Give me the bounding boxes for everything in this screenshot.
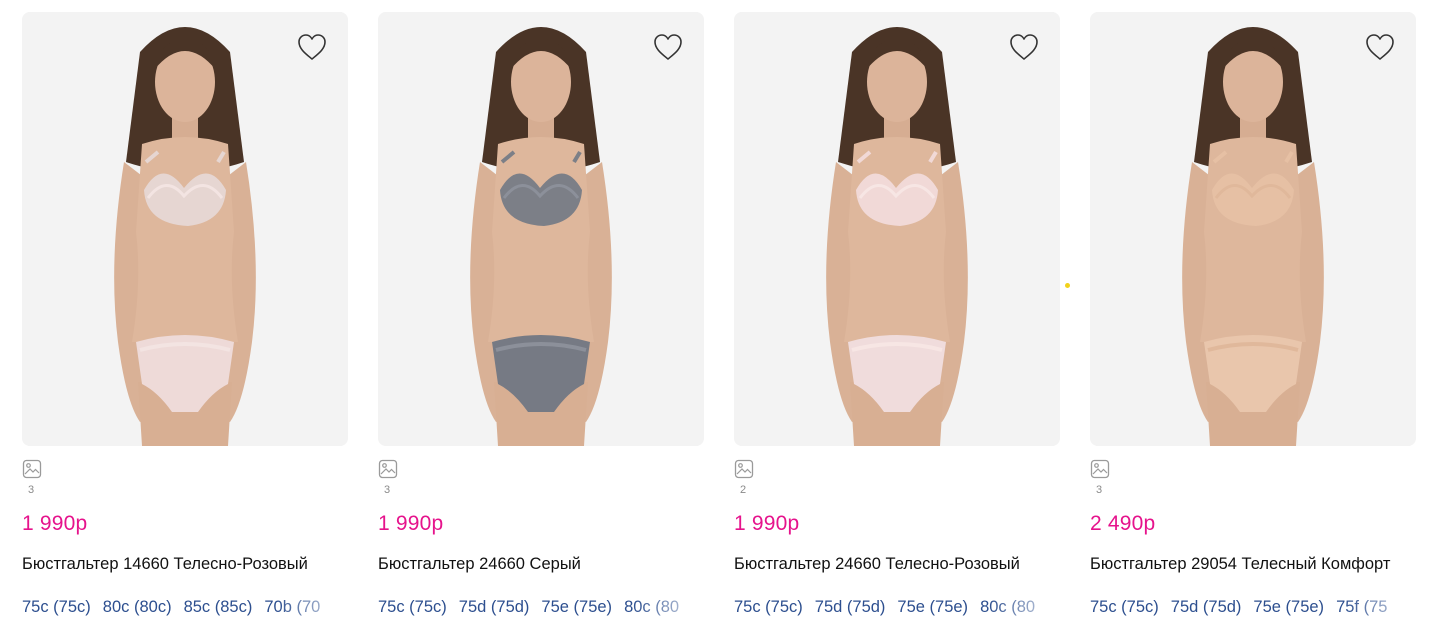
- size-option[interactable]: 70b (70: [264, 598, 320, 617]
- product-price: 2 490р: [1090, 512, 1156, 535]
- product-image[interactable]: [22, 12, 348, 446]
- size-option[interactable]: 80c (80c): [103, 598, 172, 617]
- product-price: 1 990р: [378, 512, 444, 535]
- size-option[interactable]: 75c (75c): [22, 598, 91, 617]
- size-option[interactable]: 75c (75c): [734, 598, 803, 617]
- photo-count: 2: [740, 484, 747, 496]
- product-image[interactable]: [1090, 12, 1416, 446]
- size-option[interactable]: 75e (75e): [897, 598, 968, 617]
- photo-gallery-indicator: 3: [22, 459, 46, 496]
- favorite-heart-icon[interactable]: [1008, 32, 1040, 62]
- product-name[interactable]: Бюстгальтер 14660 Телесно-Розовый: [22, 555, 362, 574]
- model-photo: [734, 12, 1060, 446]
- photo-gallery-indicator: 3: [1090, 459, 1114, 496]
- product-price: 1 990р: [22, 512, 88, 535]
- product-card[interactable]: 3 1 990р Бюстгальтер 14660 Телесно-Розов…: [22, 12, 348, 632]
- product-name[interactable]: Бюстгальтер 24660 Телесно-Розовый: [734, 555, 1074, 574]
- photo-count: 3: [1096, 484, 1103, 496]
- product-image[interactable]: [734, 12, 1060, 446]
- size-option[interactable]: 80c (80: [624, 598, 679, 617]
- size-list: 75c (75c) 80c (80c) 85c (85c) 70b (70: [22, 598, 348, 622]
- model-photo: [1090, 12, 1416, 446]
- product-card[interactable]: 3 1 990р Бюстгальтер 24660 Серый 75c (75…: [378, 12, 704, 632]
- product-name[interactable]: Бюстгальтер 24660 Серый: [378, 555, 718, 574]
- size-option[interactable]: 75d (75d): [815, 598, 886, 617]
- size-option[interactable]: 75c (75c): [378, 598, 447, 617]
- product-price: 1 990р: [734, 512, 800, 535]
- favorite-heart-icon[interactable]: [652, 32, 684, 62]
- size-option[interactable]: 75e (75e): [1253, 598, 1324, 617]
- gallery-icon: [22, 459, 46, 479]
- model-photo: [378, 12, 704, 446]
- gallery-icon: [734, 459, 758, 479]
- size-option[interactable]: 75c (75c): [1090, 598, 1159, 617]
- gallery-icon: [1090, 459, 1114, 479]
- product-grid: 3 1 990р Бюстгальтер 14660 Телесно-Розов…: [22, 12, 1422, 632]
- product-card[interactable]: 3 2 490р Бюстгальтер 29054 Телесный Комф…: [1090, 12, 1416, 632]
- size-option[interactable]: 80c (80: [980, 598, 1035, 617]
- photo-gallery-indicator: 2: [734, 459, 758, 496]
- model-photo: [22, 12, 348, 446]
- photo-count: 3: [384, 484, 391, 496]
- size-list: 75c (75c) 75d (75d) 75e (75e) 80c (80: [378, 598, 704, 622]
- size-option[interactable]: 75d (75d): [1171, 598, 1242, 617]
- size-list: 75c (75c) 75d (75d) 75e (75e) 75f (75: [1090, 598, 1416, 622]
- product-image[interactable]: [378, 12, 704, 446]
- size-option[interactable]: 75f (75: [1336, 598, 1387, 617]
- decorative-dot: [1065, 283, 1070, 288]
- photo-count: 3: [28, 484, 35, 496]
- size-list: 75c (75c) 75d (75d) 75e (75e) 80c (80: [734, 598, 1060, 622]
- size-option[interactable]: 75d (75d): [459, 598, 530, 617]
- size-option[interactable]: 75e (75e): [541, 598, 612, 617]
- favorite-heart-icon[interactable]: [1364, 32, 1396, 62]
- product-name[interactable]: Бюстгальтер 29054 Телесный Комфорт: [1090, 555, 1430, 574]
- favorite-heart-icon[interactable]: [296, 32, 328, 62]
- size-option[interactable]: 85c (85c): [184, 598, 253, 617]
- product-card[interactable]: 2 1 990р Бюстгальтер 24660 Телесно-Розов…: [734, 12, 1060, 632]
- photo-gallery-indicator: 3: [378, 459, 402, 496]
- gallery-icon: [378, 459, 402, 479]
